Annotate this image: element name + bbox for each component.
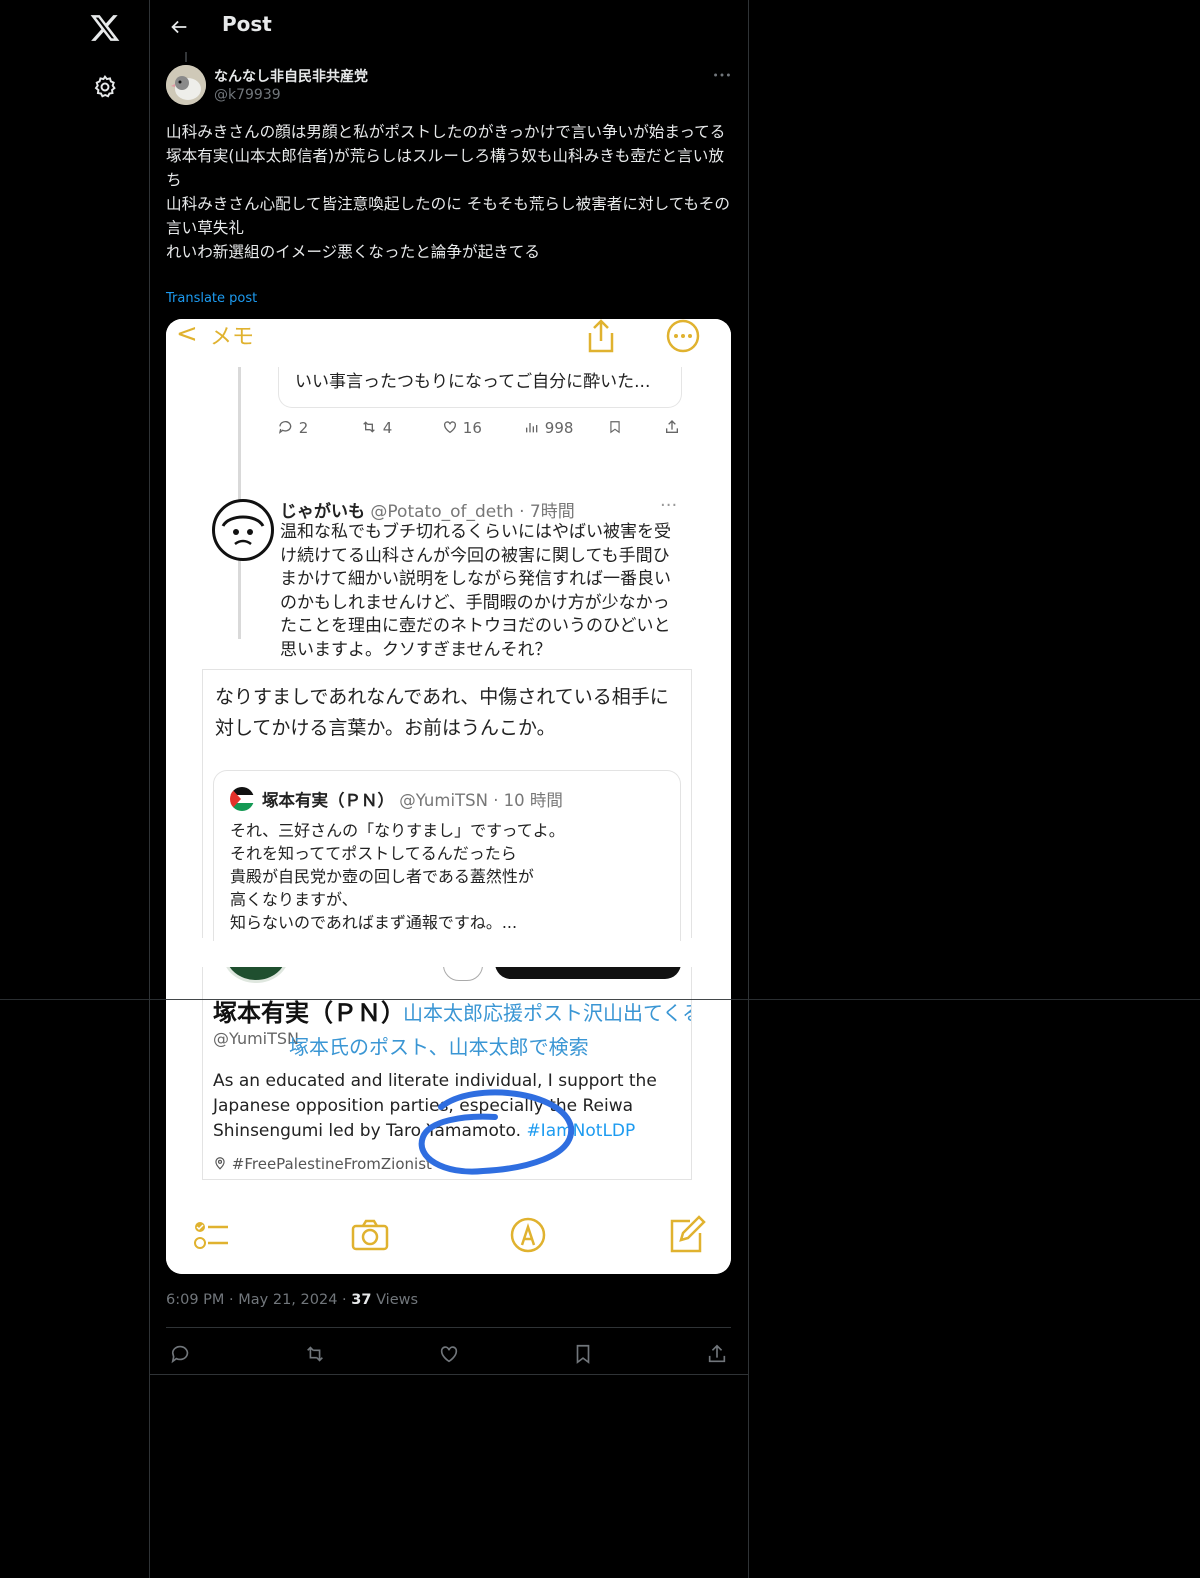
avatar[interactable] — [166, 65, 206, 105]
post-line: 山科みきさん心配して皆注意喚起したのに そもそも荒らし被害者に対してもその言い草… — [166, 195, 730, 237]
screenshot-tweet-body: 温和な私でもブチ切れるくらいにはやばい被害を受け続けてる山科さんが今回の被害に関… — [280, 522, 671, 660]
column-border-left — [149, 0, 150, 1578]
compose-icon — [670, 1215, 706, 1253]
handwritten-annotation: 塚本氏のポスト、山本太郎で検索 — [289, 1035, 589, 1059]
bird-avatar-icon — [166, 65, 206, 105]
handwritten-annotation: 山本太郎応援ポスト沢山出てくる — [403, 1001, 692, 1025]
reply-icon — [279, 421, 292, 434]
screenshot-views-count: 998 — [524, 419, 573, 437]
screenshot-like-count: 16 — [442, 419, 482, 437]
memo-back-icon: < — [176, 319, 198, 349]
share-icon[interactable] — [706, 1343, 728, 1365]
thread-line — [238, 349, 241, 639]
translate-post-link[interactable]: Translate post — [166, 291, 257, 306]
heart-icon[interactable] — [438, 1343, 460, 1365]
markup-pen-icon — [510, 1217, 546, 1253]
screenshot-tweet-card: いい事言ったつもりになってご自分に酔いた... 2 4 16 998 じゃがいも… — [202, 349, 692, 660]
repost-icon[interactable] — [304, 1343, 326, 1365]
screenshot-quote-card: なりすましであれなんであれ、中傷されている相手に対してかける言葉か。お前はうんこ… — [202, 669, 692, 941]
column-border-right — [748, 0, 749, 1578]
screenshot-quote-text: なりすましであれなんであれ、中傷されている相手に対してかける言葉か。お前はうんこ… — [215, 686, 669, 739]
quoted-body: それ、三好さんの「なりすまし」ですってよ。 それを知っててポストしてるんだったら… — [230, 821, 565, 932]
author-name[interactable]: なんなし非自民非共産党 — [214, 66, 368, 86]
gear-icon[interactable] — [92, 74, 118, 100]
location-pin-icon — [215, 1157, 225, 1170]
profile-follow-button — [495, 967, 681, 979]
quoted-author: 塚本有実（ＰＮ） @YumiTSN · 10 時間 — [262, 791, 563, 810]
bookmark-icon[interactable] — [572, 1343, 594, 1365]
face-avatar-icon — [221, 515, 265, 546]
post-header: Post — [150, 0, 748, 53]
memo-toolbar-bottom — [166, 1199, 731, 1274]
more-options-icon[interactable] — [711, 64, 733, 86]
views-icon — [526, 423, 538, 433]
post-image[interactable]: いい事言ったつもりになってご自分に酔いた... 2 4 16 998 じゃがいも… — [166, 319, 731, 1274]
views-label: Views — [376, 1292, 419, 1308]
divider — [150, 1374, 748, 1375]
profile-icon-button — [443, 967, 483, 981]
memo-toolbar-top: < メモ — [166, 319, 731, 367]
profile-location: #FreePalestineFromZionist — [213, 1155, 432, 1173]
circle-annotation-icon — [418, 1089, 575, 1175]
memo-title: メモ — [210, 325, 255, 350]
palestine-flag-icon — [230, 787, 254, 811]
back-arrow-icon[interactable] — [168, 16, 190, 38]
views-count: 37 — [351, 1292, 372, 1308]
screenshot-reply-count: 2 — [278, 419, 308, 437]
heart-icon — [444, 421, 456, 434]
x-logo-icon[interactable] — [89, 12, 121, 44]
screenshot-author: じゃがいも @Potato_of_deth · 7時間 — [280, 502, 575, 522]
thread-connector — [185, 52, 187, 62]
quoted-tweet: 塚本有実（ＰＮ） @YumiTSN · 10 時間 それ、三好さんの「なりすまし… — [213, 770, 681, 941]
memo-more-icon — [666, 319, 700, 353]
post-line: 塚本有実(山本太郎信者)が荒らしはスルーしろ構う奴も山科みきも壺だと言い放ち — [166, 147, 724, 189]
author-handle[interactable]: @k79939 — [214, 87, 281, 103]
screenshot-more-icon: ··· — [660, 495, 678, 516]
camera-icon — [351, 1219, 389, 1251]
bookmark-icon — [608, 419, 622, 439]
post-text: 山科みきさんの顔は男顔と私がポストしたのがきっかけで言い争いが始まってる 塚本有… — [166, 120, 732, 264]
memo-share-icon — [588, 319, 614, 353]
post-line: れいわ新選組のイメージ悪くなったと論争が起きてる — [166, 243, 540, 261]
repost-icon — [363, 421, 375, 433]
profile-avatar — [223, 967, 289, 983]
divider — [166, 1327, 731, 1328]
reply-icon[interactable] — [170, 1343, 192, 1365]
profile-handle: @YumiTSN — [213, 1029, 300, 1048]
screen-divider — [0, 999, 1200, 1000]
post-line: 山科みきさんの顔は男顔と私がポストしたのがきっかけで言い争いが始まってる — [166, 123, 726, 141]
page-title: Post — [222, 12, 272, 36]
left-navigation — [0, 0, 149, 1578]
checklist-icon — [194, 1222, 228, 1249]
screenshot-repost-count: 4 — [360, 419, 392, 437]
share-icon — [664, 419, 680, 439]
screenshot-actions: 2 4 16 998 — [278, 419, 684, 443]
potato-avatar — [212, 499, 274, 561]
quoted-reply-text: いい事言ったつもりになってご自分に酔いた... — [295, 372, 651, 392]
post-timestamp[interactable]: 6:09 PM · May 21, 2024 · 37 Views — [166, 1292, 418, 1308]
